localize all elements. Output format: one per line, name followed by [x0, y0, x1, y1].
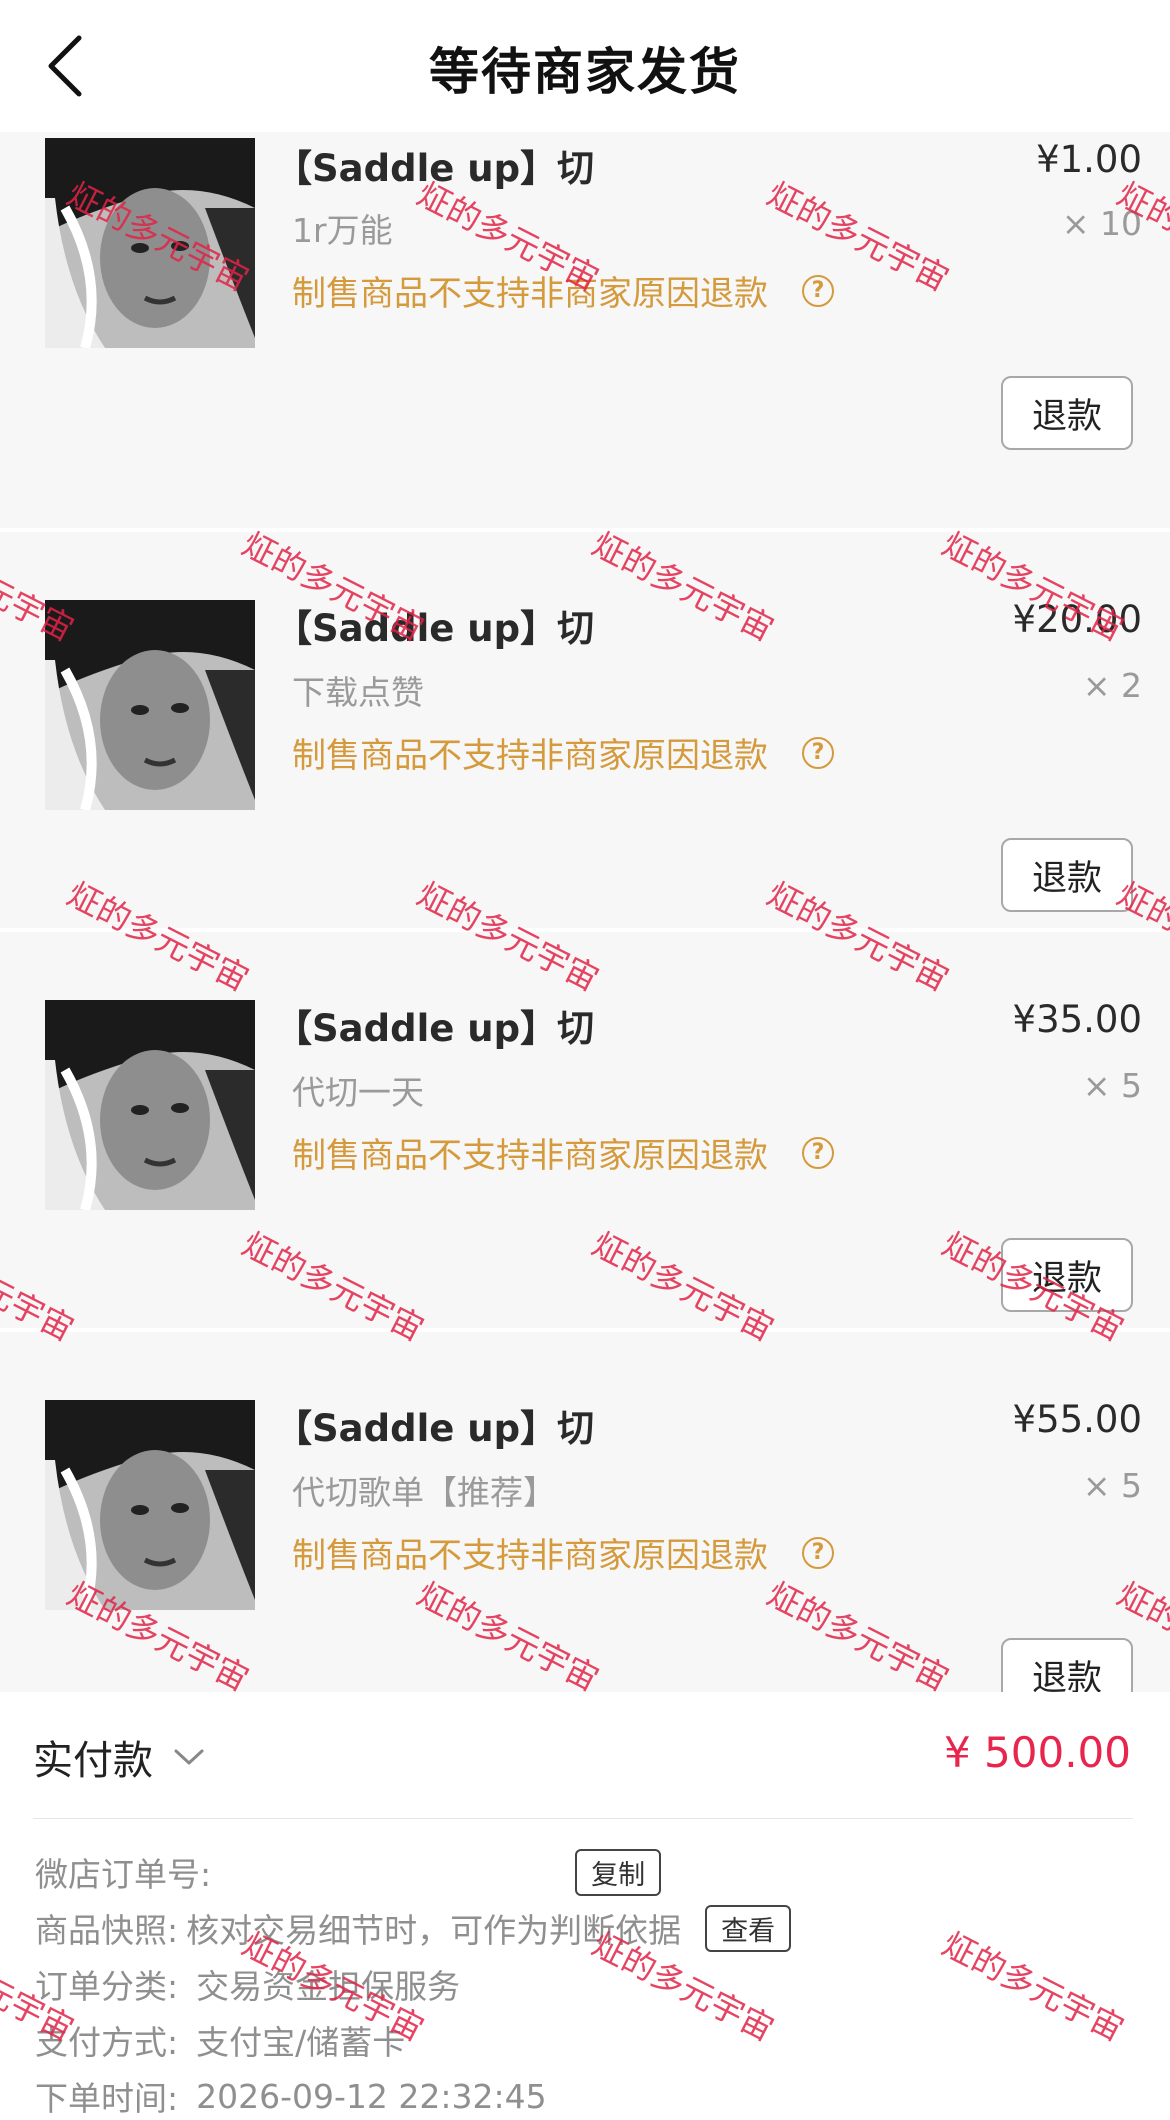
paid-amount: ¥ 500.00: [943, 1728, 1131, 1777]
paid-label-text: 实付款: [33, 1738, 153, 1784]
product-quantity: × 5: [1082, 1466, 1142, 1505]
product-quantity: × 2: [1082, 666, 1142, 705]
order-time-value: 2026-09-12 22:32:45: [196, 2076, 547, 2116]
portrait-image: [45, 1000, 255, 1210]
product-spec: 下载点赞: [292, 673, 424, 712]
refund-notice-text: 制售商品不支持非商家原因退款: [292, 736, 768, 776]
copy-button[interactable]: 复制: [575, 1848, 662, 1896]
refund-notice-text: 制售商品不支持非商家原因退款: [292, 274, 768, 314]
view-snapshot-button[interactable]: 查看: [705, 1904, 792, 1952]
payment-row: 支付方式: 支付宝/储蓄卡: [35, 2016, 405, 2064]
refund-notice-text: 制售商品不支持非商家原因退款: [292, 1536, 768, 1576]
order-number-row: 微店订单号: 复制: [35, 1848, 662, 1896]
product-thumbnail[interactable]: [45, 1000, 255, 1210]
nav-bar: 等待商家发货: [0, 0, 1170, 132]
question-circle-icon[interactable]: ?: [802, 1136, 834, 1169]
product-quantity: × 10: [1061, 204, 1142, 243]
question-circle-icon[interactable]: ?: [802, 274, 834, 307]
refund-button[interactable]: 退款: [1001, 1238, 1133, 1312]
product-price: ¥20.00: [1012, 598, 1142, 641]
product-price: ¥35.00: [1012, 998, 1142, 1041]
order-item: 【Saddle up】切 ¥1.00 1r万能 × 10 制售商品不支持非商家原…: [0, 132, 1170, 532]
refund-notice: 制售商品不支持非商家原因退款 ?: [292, 266, 834, 315]
order-time-row: 下单时间: 2026-09-12 22:32:45: [35, 2072, 547, 2120]
snapshot-row: 商品快照: 核对交易细节时，可作为判断依据 查看: [35, 1904, 792, 1952]
product-spec: 代切一天: [292, 1073, 424, 1112]
category-row: 订单分类: 交易资金担保服务: [35, 1960, 460, 2008]
order-item-list: 【Saddle up】切 ¥1.00 1r万能 × 10 制售商品不支持非商家原…: [0, 132, 1170, 1732]
divider: [33, 1818, 1133, 1819]
product-thumbnail[interactable]: [45, 600, 255, 810]
product-quantity: × 5: [1082, 1066, 1142, 1105]
order-summary: 实付款 ¥ 500.00 微店订单号: 复制 商品快照: 核对交易细节时，可作为…: [0, 1692, 1170, 2118]
refund-button[interactable]: 退款: [1001, 376, 1133, 450]
portrait-image: [45, 1400, 255, 1610]
question-circle-icon[interactable]: ?: [802, 736, 834, 769]
product-title[interactable]: 【Saddle up】切: [275, 998, 594, 1052]
product-thumbnail[interactable]: [45, 138, 255, 348]
snapshot-label: 商品快照:: [35, 1911, 179, 1950]
order-item: 【Saddle up】切 ¥20.00 下载点赞 × 2 制售商品不支持非商家原…: [0, 532, 1170, 932]
refund-button[interactable]: 退款: [1001, 838, 1133, 912]
order-time-label: 下单时间:: [35, 2079, 179, 2118]
category-label: 订单分类:: [35, 1967, 179, 2006]
snapshot-value: 核对交易细节时，可作为判断依据: [186, 1911, 682, 1950]
refund-notice: 制售商品不支持非商家原因退款 ?: [292, 728, 834, 777]
product-spec: 代切歌单【推荐】: [292, 1473, 556, 1512]
product-title[interactable]: 【Saddle up】切: [275, 598, 594, 652]
product-title[interactable]: 【Saddle up】切: [275, 1398, 594, 1452]
order-item: 【Saddle up】切 ¥35.00 代切一天 × 5 制售商品不支持非商家原…: [0, 932, 1170, 1332]
question-circle-icon[interactable]: ?: [802, 1536, 834, 1569]
refund-notice: 制售商品不支持非商家原因退款 ?: [292, 1128, 834, 1177]
order-number-label: 微店订单号:: [35, 1855, 212, 1894]
page-title: 等待商家发货: [429, 43, 741, 101]
paid-label-toggle[interactable]: 实付款: [33, 1728, 205, 1786]
refund-notice: 制售商品不支持非商家原因退款 ?: [292, 1528, 834, 1577]
category-value: 交易资金担保服务: [196, 1967, 461, 2006]
refund-notice-text: 制售商品不支持非商家原因退款: [292, 1136, 768, 1176]
chevron-down-icon: [174, 1749, 204, 1765]
portrait-image: [45, 138, 255, 348]
product-title[interactable]: 【Saddle up】切: [275, 138, 594, 192]
payment-value: 支付宝/储蓄卡: [196, 2023, 406, 2062]
product-spec: 1r万能: [292, 211, 393, 250]
product-thumbnail[interactable]: [45, 1400, 255, 1610]
order-item: 【Saddle up】切 ¥55.00 代切歌单【推荐】 × 5 制售商品不支持…: [0, 1332, 1170, 1732]
payment-label: 支付方式:: [35, 2023, 179, 2062]
portrait-image: [45, 600, 255, 810]
product-price: ¥55.00: [1012, 1398, 1142, 1441]
product-price: ¥1.00: [1036, 138, 1142, 181]
